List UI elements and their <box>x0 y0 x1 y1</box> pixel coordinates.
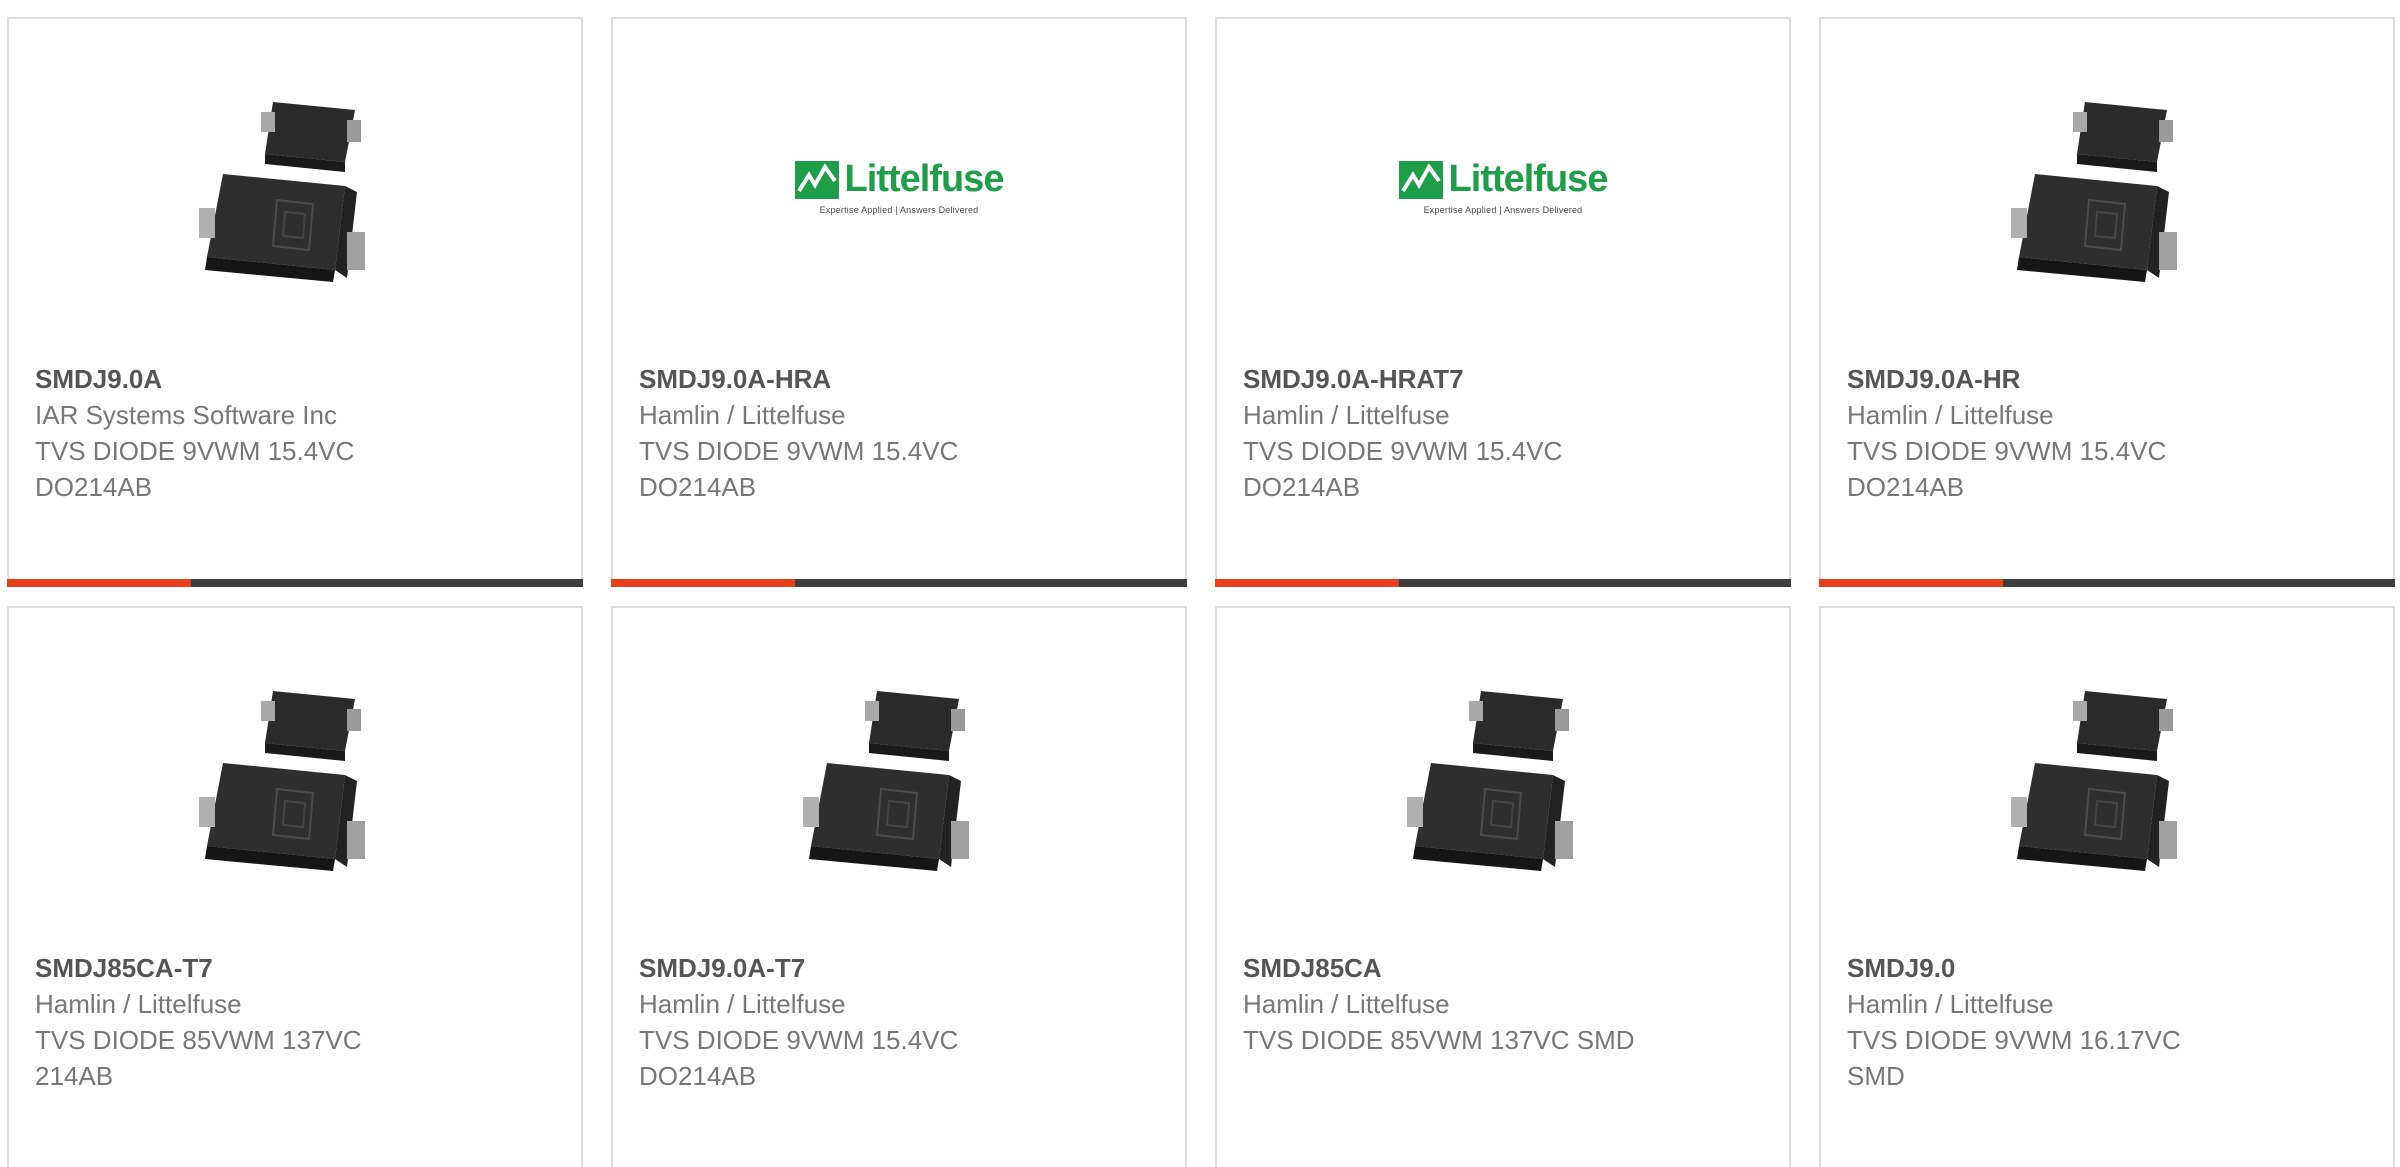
description-line-1: TVS DIODE 9VWM 15.4VC <box>35 436 355 466</box>
logo-tagline: Expertise Applied | Answers Delivered <box>819 205 979 215</box>
description-line-1: TVS DIODE 85VWM 137VC SMD <box>1243 1025 1635 1055</box>
product-card[interactable]: Littelfuse Expertise Applied | Answers D… <box>611 17 1187 587</box>
part-number: SMDJ9.0A-T7 <box>639 953 806 983</box>
product-card[interactable]: Littelfuse Expertise Applied | Answers D… <box>1215 17 1791 587</box>
product-info: SMDJ9.0A-HRAT7 Hamlin / Littelfuse TVS D… <box>1243 361 1769 505</box>
part-number: SMDJ9.0A-HRAT7 <box>1243 364 1464 394</box>
manufacturer: Hamlin / Littelfuse <box>35 989 242 1019</box>
product-info: SMDJ9.0A-HR Hamlin / Littelfuse TVS DIOD… <box>1847 361 2373 505</box>
diode-package-icon <box>2007 82 2207 292</box>
manufacturer: Hamlin / Littelfuse <box>639 400 846 430</box>
product-image: Littelfuse Expertise Applied | Answers D… <box>613 74 1185 299</box>
product-card[interactable]: SMDJ9.0A IAR Systems Software Inc TVS DI… <box>7 17 583 587</box>
description-line-1: TVS DIODE 9VWM 15.4VC <box>639 436 959 466</box>
part-number: SMDJ85CA-T7 <box>35 953 213 983</box>
product-info: SMDJ9.0A-T7 Hamlin / Littelfuse TVS DIOD… <box>639 950 1165 1094</box>
description-line-1: TVS DIODE 9VWM 15.4VC <box>1847 436 2167 466</box>
manufacturer: Hamlin / Littelfuse <box>1847 989 2054 1019</box>
part-number: SMDJ9.0A-HRA <box>639 364 832 394</box>
product-info: SMDJ9.0 Hamlin / Littelfuse TVS DIODE 9V… <box>1847 950 2373 1094</box>
diode-package-icon <box>2007 671 2207 881</box>
description-line-2: 214AB <box>35 1061 114 1091</box>
description-line-2: DO214AB <box>639 1061 757 1091</box>
product-image <box>9 663 581 888</box>
progress-bar <box>611 579 1187 587</box>
littelfuse-mark-icon <box>1398 160 1443 199</box>
part-number: SMDJ9.0A-HR <box>1847 364 2021 394</box>
littelfuse-logo: Littelfuse Expertise Applied | Answers D… <box>1398 158 1609 215</box>
product-image <box>1821 74 2393 299</box>
product-image <box>1821 663 2393 888</box>
part-number: SMDJ85CA <box>1243 953 1382 983</box>
product-card[interactable]: SMDJ9.0A-T7 Hamlin / Littelfuse TVS DIOD… <box>611 606 1187 1167</box>
product-info: SMDJ85CA Hamlin / Littelfuse TVS DIODE 8… <box>1243 950 1769 1058</box>
littelfuse-mark-icon <box>794 160 839 199</box>
progress-bar-fill <box>1819 579 2004 587</box>
manufacturer: Hamlin / Littelfuse <box>1243 400 1450 430</box>
description-line-2: DO214AB <box>1243 472 1361 502</box>
description-line-2: DO214AB <box>639 472 757 502</box>
description-line-1: TVS DIODE 85VWM 137VC <box>35 1025 362 1055</box>
description-line-2: DO214AB <box>35 472 153 502</box>
logo-wordmark: Littelfuse <box>1448 158 1609 200</box>
manufacturer: Hamlin / Littelfuse <box>639 989 846 1019</box>
product-info: SMDJ85CA-T7 Hamlin / Littelfuse TVS DIOD… <box>35 950 561 1094</box>
progress-bar-fill <box>611 579 796 587</box>
part-number: SMDJ9.0A <box>35 364 163 394</box>
logo-wordmark: Littelfuse <box>844 158 1005 200</box>
description-line-1: TVS DIODE 9VWM 15.4VC <box>639 1025 959 1055</box>
progress-bar-fill <box>1215 579 1400 587</box>
description-line-1: TVS DIODE 9VWM 16.17VC <box>1847 1025 2181 1055</box>
diode-package-icon <box>195 82 395 292</box>
diode-package-icon <box>799 671 999 881</box>
product-image <box>9 74 581 299</box>
description-line-1: TVS DIODE 9VWM 15.4VC <box>1243 436 1563 466</box>
product-card[interactable]: SMDJ9.0A-HR Hamlin / Littelfuse TVS DIOD… <box>1819 17 2395 587</box>
progress-bar <box>1819 579 2395 587</box>
littelfuse-logo: Littelfuse Expertise Applied | Answers D… <box>794 158 1005 215</box>
progress-bar <box>7 579 583 587</box>
description-line-2: SMD <box>1847 1061 1905 1091</box>
part-number: SMDJ9.0 <box>1847 953 1956 983</box>
manufacturer: IAR Systems Software Inc <box>35 400 337 430</box>
product-info: SMDJ9.0A IAR Systems Software Inc TVS DI… <box>35 361 561 505</box>
product-image <box>613 663 1185 888</box>
progress-bar-fill <box>7 579 192 587</box>
product-image: Littelfuse Expertise Applied | Answers D… <box>1217 74 1789 299</box>
product-card[interactable]: SMDJ85CA Hamlin / Littelfuse TVS DIODE 8… <box>1215 606 1791 1167</box>
progress-bar <box>1215 579 1791 587</box>
diode-package-icon <box>1403 671 1603 881</box>
diode-package-icon <box>195 671 395 881</box>
product-grid: SMDJ9.0A IAR Systems Software Inc TVS DI… <box>0 0 2400 1167</box>
manufacturer: Hamlin / Littelfuse <box>1847 400 2054 430</box>
product-card[interactable]: SMDJ9.0 Hamlin / Littelfuse TVS DIODE 9V… <box>1819 606 2395 1167</box>
product-info: SMDJ9.0A-HRA Hamlin / Littelfuse TVS DIO… <box>639 361 1165 505</box>
product-card[interactable]: SMDJ85CA-T7 Hamlin / Littelfuse TVS DIOD… <box>7 606 583 1167</box>
logo-tagline: Expertise Applied | Answers Delivered <box>1423 205 1583 215</box>
product-image <box>1217 663 1789 888</box>
manufacturer: Hamlin / Littelfuse <box>1243 989 1450 1019</box>
description-line-2: DO214AB <box>1847 472 1965 502</box>
